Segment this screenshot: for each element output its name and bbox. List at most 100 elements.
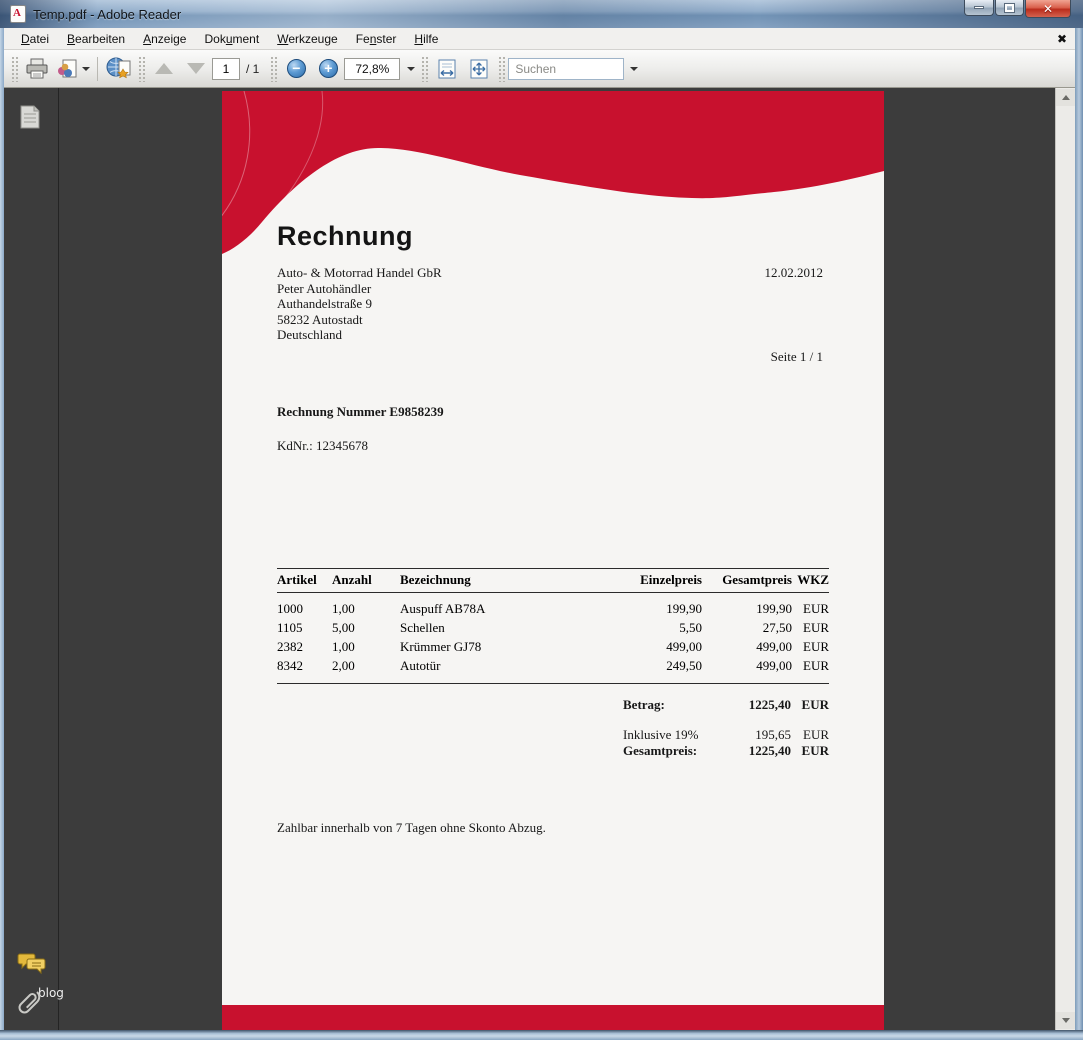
toolbar-separator [97,57,98,81]
total-label: Gesamtpreis: [623,743,719,759]
total-value: 1225,40 [719,743,791,759]
close-button[interactable]: ✕ [1025,0,1071,18]
menu-item-werkzeuge[interactable]: Werkzeuge [268,29,346,49]
table-cell: Auspuff AB78A [400,593,592,619]
table-cell: Krümmer GJ78 [400,638,592,657]
scroll-up-button[interactable] [1056,89,1075,106]
total-currency: EUR [791,727,829,743]
zoom-dropdown-button[interactable] [401,54,417,84]
previous-page-button[interactable] [149,54,179,84]
table-cell: 5,00 [332,619,400,638]
toolbar-grip [11,56,18,82]
page-thumbnails-icon [17,103,43,131]
table-cell: 1,00 [332,593,400,619]
page-number-input[interactable] [212,58,240,80]
comments-panel-button[interactable] [17,950,47,981]
scroll-down-icon [1062,1018,1070,1023]
total-value: 195,65 [719,727,791,743]
red-footer-bar [222,1005,884,1030]
next-page-button[interactable] [181,54,211,84]
previous-page-icon [155,63,173,74]
navigation-panel: blog [4,88,59,1030]
total-currency: EUR [791,743,829,759]
fit-page-button[interactable] [464,54,494,84]
zoom-in-button[interactable]: + [313,54,343,84]
chevron-down-icon [630,67,638,71]
scroll-up-icon [1062,95,1070,100]
menu-item-hilfe[interactable]: Hilfe [405,29,447,49]
table-cell: 1105 [277,619,332,638]
document-area: blog Rechnung Auto- & Motorrad Handel Gb… [4,88,1075,1030]
table-row: 83422,00Autotür249,50499,00EUR [277,657,829,676]
table-header-cell: Artikel [277,569,332,593]
table-header-cell: Gesamtpreis [702,569,792,593]
next-page-icon [187,63,205,74]
total-row: Gesamtpreis:1225,40EUR [623,743,829,759]
print-button[interactable] [22,54,52,84]
address-line: 58232 Autostadt [277,312,442,328]
total-currency: EUR [791,697,829,713]
close-icon: ✕ [1043,3,1053,15]
vertical-scrollbar[interactable] [1055,88,1075,1030]
maximize-icon [1005,4,1014,12]
table-row: 11055,00Schellen5,5027,50EUR [277,619,829,638]
table-cell: 27,50 [702,619,792,638]
menu-item-bearbeiten[interactable]: Bearbeiten [58,29,134,49]
table-header-cell: Anzahl [332,569,400,593]
menubar-close-icon[interactable]: ✖ [1057,32,1067,46]
attachments-panel-button[interactable] [17,986,45,1023]
title-bar: Temp.pdf - Adobe Reader ✕ [0,0,1083,28]
fit-width-button[interactable] [432,54,462,84]
table-cell: 2,00 [332,657,400,676]
pages-panel-button[interactable] [17,103,43,136]
minimize-icon [974,6,984,9]
window-border-right [1075,28,1083,1040]
menu-item-anzeige[interactable]: Anzeige [134,29,195,49]
table-cell: 5,50 [592,619,702,638]
scroll-down-button[interactable] [1056,1012,1075,1029]
address-line: Authandelstraße 9 [277,296,442,312]
table-row: 23821,00Krümmer GJ78499,00499,00EUR [277,638,829,657]
table-cell: EUR [792,657,829,676]
search-dropdown-button[interactable] [625,54,639,84]
comments-icon [17,950,47,976]
search-input[interactable] [508,58,624,80]
minimize-button[interactable] [964,0,994,16]
zoom-in-icon: + [319,59,338,78]
customer-number: KdNr.: 12345678 [277,438,368,454]
chevron-down-icon [407,67,415,71]
table-cell: 499,00 [702,657,792,676]
total-label: Betrag: [623,697,719,713]
zoom-level-value[interactable]: 72,8% [344,58,400,80]
page-count-label: / 1 [246,62,259,76]
send-collaborate-button[interactable] [54,54,91,84]
invoice-table-wrap: ArtikelAnzahlBezeichnungEinzelpreisGesam… [277,568,829,684]
zoom-out-button[interactable]: − [281,54,311,84]
table-cell: EUR [792,638,829,657]
adobe-reader-window: Temp.pdf - Adobe Reader ✕ DateiBearbeite… [0,0,1083,1040]
menu-item-datei[interactable]: Datei [12,29,58,49]
menu-item-dokument[interactable]: Dokument [195,29,268,49]
invoice-table: ArtikelAnzahlBezeichnungEinzelpreisGesam… [277,568,829,676]
total-row: Inklusive 19%195,65EUR [623,727,829,743]
address-line: Peter Autohändler [277,281,442,297]
maximize-button[interactable] [995,0,1024,16]
window-border-left [0,28,4,1040]
address-line: Deutschland [277,327,442,343]
share-online-button[interactable] [104,54,134,84]
table-cell: Autotür [400,657,592,676]
table-row: 10001,00Auspuff AB78A199,90199,90EUR [277,593,829,619]
zoom-out-icon: − [287,59,306,78]
pdf-canvas[interactable]: Rechnung Auto- & Motorrad Handel GbRPete… [59,88,1055,1030]
page-info: Seite 1 / 1 [277,349,823,365]
table-cell: 249,50 [592,657,702,676]
menu-item-fenster[interactable]: Fenster [347,29,406,49]
toolbar: / 1 − + 72,8% [4,50,1079,88]
invoice-number: Rechnung Nummer E9858239 [277,404,444,420]
table-cell: 499,00 [592,638,702,657]
window-title: Temp.pdf - Adobe Reader [33,7,181,22]
table-cell: Schellen [400,619,592,638]
table-cell: 499,00 [702,638,792,657]
toolbar-grip [498,56,505,82]
table-header-cell: Einzelpreis [592,569,702,593]
